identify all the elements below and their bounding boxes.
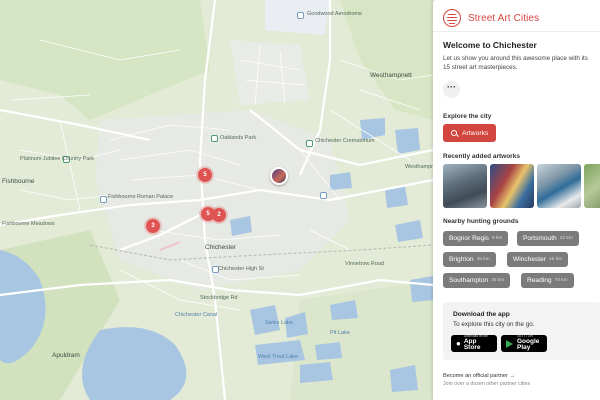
map-label-westhampnett: Westhampnett <box>370 72 412 79</box>
artworks-button[interactable]: Artworks <box>443 124 496 142</box>
museum-icon <box>100 196 107 203</box>
map-label-roman-palace: Fishbourne Roman Palace <box>108 194 174 200</box>
city-chip[interactable]: Brighton 45 km <box>443 252 496 267</box>
poi-icon <box>320 192 327 199</box>
city-distance: 45 km <box>476 257 490 262</box>
brand-name: Street Art Cities <box>468 12 540 24</box>
search-icon <box>451 130 457 136</box>
artwork-thumbnail[interactable] <box>490 164 534 208</box>
app-store-name: App Store <box>463 337 481 352</box>
city-distance: 45 km <box>491 278 505 283</box>
city-name: Bognor Regis <box>449 235 489 242</box>
city-panel: Street Art Cities Welcome to Chichester … <box>433 0 600 400</box>
nearby-label: Nearby hunting grounds <box>443 218 519 225</box>
download-app-box: Download the app To explore this city on… <box>443 302 600 360</box>
download-app-title: Download the app <box>453 311 510 318</box>
header-divider <box>433 31 600 32</box>
map-label-fishbourne: Fishbourne <box>2 178 35 185</box>
cluster-marker[interactable]: 3 <box>146 219 160 233</box>
map-label-vinnetrow: Vinnetrow Road <box>345 261 385 267</box>
city-name: Brighton <box>449 256 474 263</box>
cluster-marker[interactable]: 2 <box>212 208 226 222</box>
city-distance: 45 km <box>548 257 563 262</box>
city-distance: 70 km <box>554 278 568 283</box>
crematorium-icon <box>306 140 313 147</box>
map-label-chichester: Chichester <box>205 244 237 251</box>
welcome-title: Welcome to Chichester <box>443 40 537 50</box>
google-play-button[interactable]: GET IT ON Google Play <box>501 335 547 352</box>
artworks-button-label: Artworks <box>462 129 489 137</box>
app-store-button[interactable]: ● Download on the App Store <box>451 335 497 352</box>
city-chip[interactable]: Reading 70 km <box>521 273 574 288</box>
map-label-fishbourne-meadows: Fishbourne Meadows <box>2 221 55 227</box>
map-label-high-st: Chichester High St <box>218 266 264 272</box>
recent-artworks <box>443 164 600 208</box>
map-label-jubilee: Platinum Jubilee Country Park <box>20 156 94 162</box>
map-label-aerodrome: Goodwood Aerodrome <box>307 11 363 17</box>
map-label-pit-lake: Pit Lake <box>330 330 350 336</box>
artwork-thumbnail[interactable] <box>443 164 487 208</box>
city-name: Southampton <box>449 277 489 284</box>
map-label-canal: Chichester Canal <box>175 312 218 318</box>
brand[interactable]: Street Art Cities <box>443 9 539 27</box>
map-label-west-trout: West Trout Lake <box>258 354 298 360</box>
park-icon <box>211 135 218 142</box>
partner-link[interactable]: Become an official partner → <box>443 373 515 379</box>
more-options-button[interactable]: ··· <box>443 81 460 98</box>
brand-logo-icon <box>443 9 461 27</box>
recent-label: Recently added artworks <box>443 153 520 160</box>
welcome-intro: Let us show you around this awesome plac… <box>443 55 588 71</box>
artwork-marker[interactable] <box>270 167 288 185</box>
artwork-thumbnail[interactable] <box>584 164 600 208</box>
map-label-oaklands: Oaklands Park <box>220 135 257 141</box>
artwork-thumbnail[interactable] <box>537 164 581 208</box>
city-distance: 22 km <box>559 236 573 241</box>
map-label-apuldram: Apuldram <box>52 352 80 359</box>
apple-icon: ● <box>456 338 461 348</box>
map-label-stockbridge: Stockbridge Rd <box>200 295 238 301</box>
partner-subtitle: Join over a dozen other partner cities <box>443 381 531 387</box>
city-chip[interactable]: Portsmouth 22 km <box>517 231 579 246</box>
map-label-crematorium: Chichester Crematorium <box>315 138 375 144</box>
city-name: Portsmouth <box>523 235 557 242</box>
city-distance: 9 km <box>491 236 503 241</box>
download-app-subtitle: To explore this city on the go. <box>453 321 535 328</box>
city-chip[interactable]: Southampton 45 km <box>443 273 511 288</box>
city-chip[interactable]: Bognor Regis 9 km <box>443 231 509 246</box>
map-label-swiss-lake: Swiss Lake <box>265 320 293 326</box>
city-name: Winchester <box>513 256 546 263</box>
city-name: Reading <box>527 277 552 284</box>
city-chip[interactable]: Winchester 45 km <box>507 252 569 267</box>
cluster-marker[interactable]: 5 <box>198 168 212 182</box>
aerodrome-icon <box>297 12 304 19</box>
google-play-name: Google Play <box>517 337 540 352</box>
explore-label: Explore the city <box>443 113 492 120</box>
google-play-icon <box>506 339 513 348</box>
